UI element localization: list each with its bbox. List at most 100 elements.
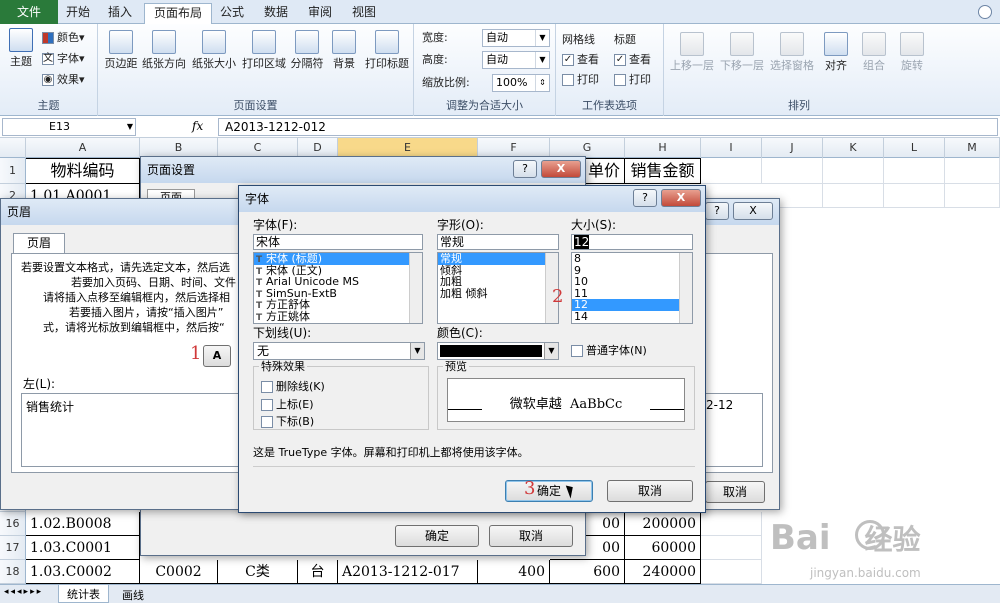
align-button[interactable]: 对齐: [818, 32, 854, 72]
cell-b18[interactable]: C0002: [140, 560, 218, 584]
cell-a1[interactable]: 物料编码: [26, 158, 140, 184]
tab-formulas[interactable]: 公式: [214, 3, 250, 24]
name-box[interactable]: E13 ▼: [2, 118, 136, 136]
cancel-button[interactable]: 取消: [705, 481, 765, 503]
column-header[interactable]: J: [762, 138, 823, 158]
strikethrough-checkbox[interactable]: 删除线(K): [261, 380, 325, 394]
grid-cell[interactable]: [762, 158, 823, 184]
superscript-checkbox[interactable]: 上标(E): [261, 398, 314, 412]
column-header[interactable]: B: [140, 138, 218, 158]
cell-d18[interactable]: 台: [298, 560, 338, 584]
close-button[interactable]: X: [541, 160, 581, 178]
format-text-button[interactable]: A: [203, 345, 231, 367]
tab-view[interactable]: 视图: [344, 3, 384, 24]
scrollbar[interactable]: [409, 253, 422, 323]
column-header[interactable]: E: [338, 138, 478, 158]
bring-forward-button[interactable]: 上移一层: [668, 32, 716, 72]
list-item[interactable]: 加粗: [438, 276, 558, 288]
left-section-input[interactable]: 销售统计: [21, 393, 241, 467]
zoom-spinner[interactable]: 100% ⇕: [492, 74, 550, 92]
rotate-button[interactable]: 旋转: [894, 32, 930, 72]
list-item[interactable]: 12: [572, 299, 692, 311]
grid-cell[interactable]: [884, 158, 945, 184]
underline-select[interactable]: 无 ▼: [253, 342, 425, 360]
cell-a17[interactable]: 1.03.C0001: [26, 536, 140, 560]
row-header[interactable]: 18: [0, 560, 26, 584]
select-all[interactable]: [0, 138, 26, 158]
grid-cell[interactable]: [701, 560, 762, 584]
theme-colors-button[interactable]: 颜色▾: [42, 30, 85, 46]
cell-a16[interactable]: 1.02.B0008: [26, 512, 140, 536]
right-section-input[interactable]: 2-12: [701, 393, 763, 467]
margins-button[interactable]: 页边距: [102, 30, 140, 70]
tab-page-layout[interactable]: 页面布局: [144, 3, 212, 25]
list-item[interactable]: 加粗 倾斜: [438, 287, 558, 300]
gridlines-print-checkbox[interactable]: 打印: [562, 72, 599, 88]
width-select[interactable]: 自动 ▼: [482, 29, 550, 47]
cancel-button[interactable]: 取消: [489, 525, 573, 547]
grid-cell[interactable]: [701, 158, 762, 184]
grid-cell[interactable]: [945, 158, 1000, 184]
help-button[interactable]: ?: [633, 189, 657, 207]
cell-e18[interactable]: A2013-1212-017: [338, 560, 478, 584]
send-backward-button[interactable]: 下移一层: [718, 32, 766, 72]
column-header[interactable]: C: [218, 138, 298, 158]
formula-input[interactable]: A2013-1212-012: [218, 118, 998, 136]
close-button[interactable]: X: [733, 202, 773, 220]
function-icon[interactable]: fx: [192, 119, 203, 133]
sheet-nav-icon[interactable]: ◂◂◂▸▸▸: [4, 587, 43, 597]
ok-button[interactable]: 确定: [395, 525, 479, 547]
cell-f18[interactable]: 400: [478, 560, 550, 584]
close-button[interactable]: X: [661, 189, 701, 207]
sheet-tab-active[interactable]: 统计表: [58, 585, 109, 603]
font-style-list[interactable]: 常规 倾斜 加粗 加粗 倾斜: [437, 252, 559, 324]
column-header[interactable]: M: [945, 138, 1000, 158]
list-item[interactable]: 9: [572, 264, 692, 277]
theme-fonts-button[interactable]: 文字体▾: [42, 51, 85, 67]
sheet-tab[interactable]: 画线: [116, 586, 150, 604]
grid-cell[interactable]: [823, 158, 884, 184]
orientation-button[interactable]: 纸张方向: [140, 30, 188, 70]
cell-h1[interactable]: 销售金额: [625, 158, 701, 184]
subscript-checkbox[interactable]: 下标(B): [261, 415, 314, 429]
grid-cell[interactable]: [884, 184, 945, 208]
column-header[interactable]: F: [478, 138, 550, 158]
column-header[interactable]: L: [884, 138, 945, 158]
tab-header[interactable]: 页眉: [13, 233, 65, 253]
ok-button[interactable]: 确定: [505, 480, 593, 502]
grid-cell[interactable]: [945, 184, 1000, 208]
font-size-input[interactable]: 12: [571, 234, 693, 250]
font-name-list[interactable]: T 宋体 (标题) T 宋体 (正文) T Arial Unicode MS T Sim…: [253, 252, 423, 324]
selection-pane-button[interactable]: 选择窗格: [768, 32, 816, 72]
color-select[interactable]: ▼: [437, 342, 559, 360]
cell-a18[interactable]: 1.03.C0002: [26, 560, 140, 584]
help-icon[interactable]: [978, 5, 992, 19]
size-button[interactable]: 纸张大小: [190, 30, 238, 70]
list-item[interactable]: 14: [572, 310, 692, 323]
list-item[interactable]: 常规: [438, 253, 558, 265]
row-header[interactable]: 1: [0, 158, 26, 184]
headings-print-checkbox[interactable]: 打印: [614, 72, 651, 88]
grid-cell[interactable]: [701, 512, 762, 536]
cell-c18[interactable]: C类: [218, 560, 298, 584]
list-item[interactable]: T 方正姚体: [254, 310, 422, 322]
column-header[interactable]: A: [26, 138, 140, 158]
grid-cell[interactable]: [823, 184, 884, 208]
column-header[interactable]: G: [550, 138, 625, 158]
print-titles-button[interactable]: 打印标题: [362, 30, 412, 70]
tab-home[interactable]: 开始: [60, 3, 96, 24]
cell-h17[interactable]: 60000: [625, 536, 701, 560]
gridlines-view-checkbox[interactable]: ✓ 查看: [562, 52, 599, 68]
theme-button[interactable]: 主题: [4, 28, 38, 68]
cell-h18[interactable]: 240000: [625, 560, 701, 584]
cancel-button[interactable]: 取消: [607, 480, 693, 502]
list-item[interactable]: 11: [572, 287, 692, 300]
list-item[interactable]: 8: [572, 253, 692, 265]
column-header[interactable]: I: [701, 138, 762, 158]
headings-view-checkbox[interactable]: ✓ 查看: [614, 52, 651, 68]
list-item[interactable]: 10: [572, 276, 692, 288]
help-button[interactable]: ?: [513, 160, 537, 178]
tab-insert[interactable]: 插入: [100, 3, 140, 24]
help-button[interactable]: ?: [705, 202, 729, 220]
column-header[interactable]: H: [625, 138, 701, 158]
